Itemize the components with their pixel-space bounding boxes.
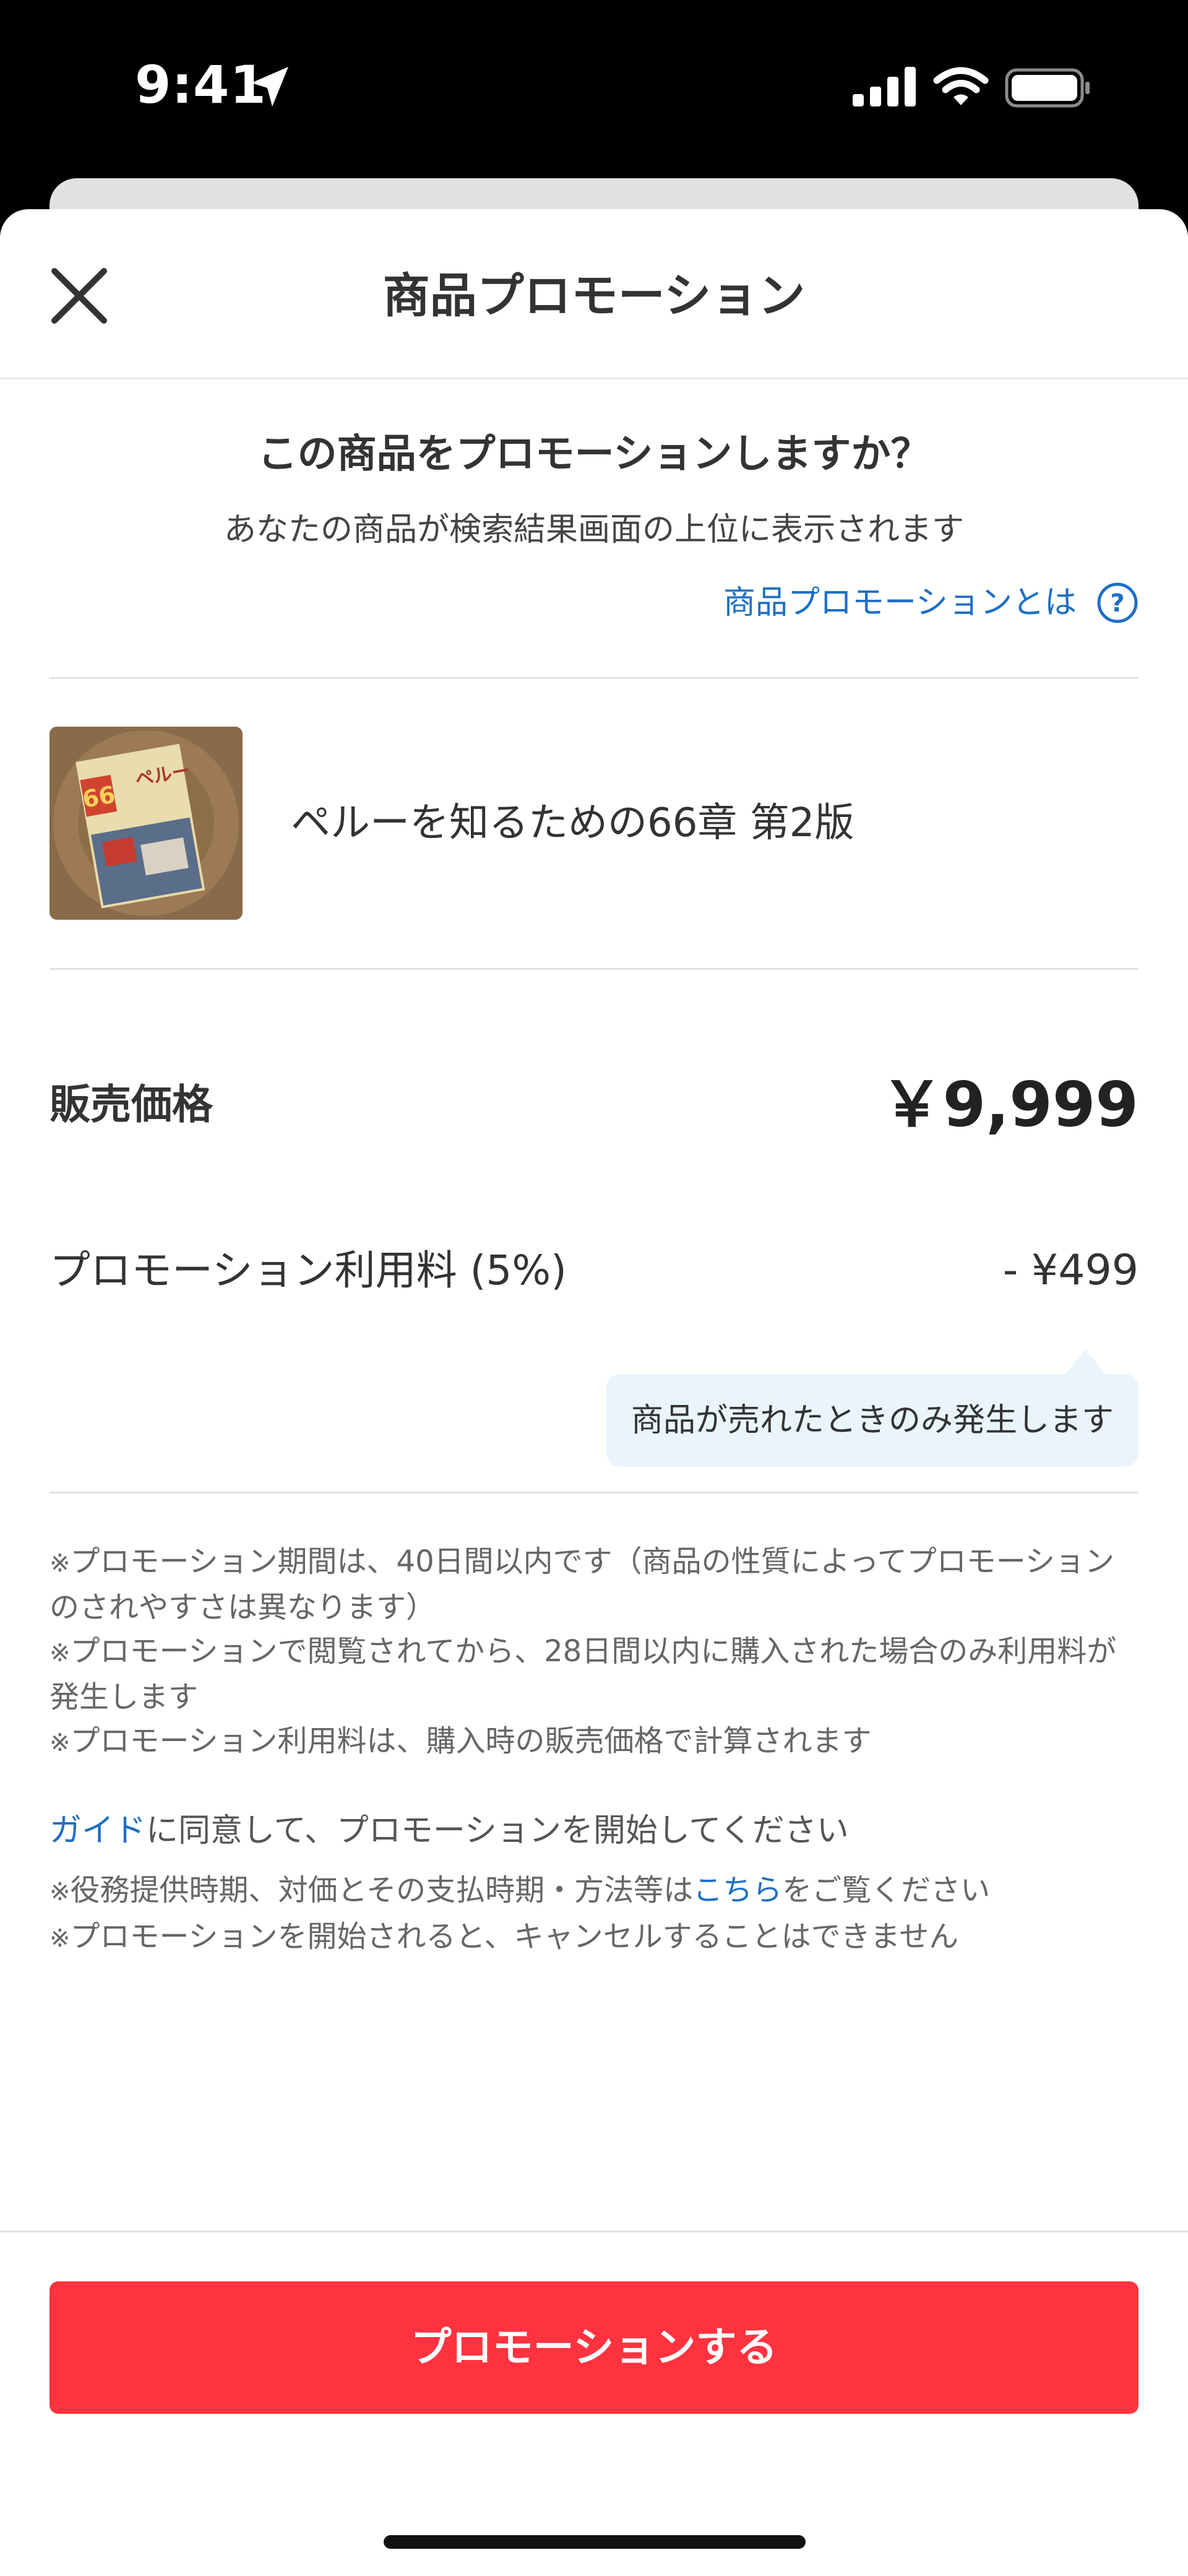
item-thumbnail: 66 ペルー bbox=[50, 727, 243, 920]
price-value: ￥9,999 bbox=[880, 1068, 1138, 1141]
svg-text:66: 66 bbox=[80, 780, 118, 813]
close-button[interactable] bbox=[50, 266, 109, 326]
promotion-question: この商品をプロモーションしますか？ bbox=[257, 431, 931, 477]
about-promotion-link[interactable]: 商品プロモーションとは ? bbox=[723, 581, 1138, 625]
fee-label: プロモーション利用料 (5%) bbox=[50, 1247, 567, 1294]
close-icon bbox=[51, 268, 107, 324]
section-divider bbox=[50, 1492, 1138, 1493]
guide-link[interactable]: ガイド bbox=[50, 1812, 146, 1849]
footer-divider bbox=[0, 2231, 1188, 2232]
note-item: ※プロモーション期間は、40日間以内です（商品の性質によってプロモーションのされ… bbox=[50, 1544, 1114, 1625]
header-divider bbox=[0, 378, 1188, 379]
cellular-signal-icon bbox=[853, 67, 917, 109]
item-name: ペルーを知るための66章 第2版 bbox=[291, 800, 854, 846]
terms-link[interactable]: こちら bbox=[693, 1873, 782, 1908]
promotion-subtitle: あなたの商品が検索結果画面の上位に表示されます bbox=[223, 511, 964, 548]
note-item: ※プロモーション利用料は、購入時の販売価格で計算されます bbox=[50, 1724, 872, 1758]
promotion-notes: ※プロモーション期間は、40日間以内です（商品の性質によってプロモーションのされ… bbox=[50, 1540, 1138, 1765]
location-arrow-icon bbox=[249, 64, 291, 111]
help-icon: ? bbox=[1097, 582, 1138, 623]
status-time: 9:41 bbox=[135, 54, 267, 115]
fee-value: - ¥499 bbox=[1002, 1246, 1138, 1295]
about-promotion-label: 商品プロモーションとは bbox=[723, 584, 1077, 621]
home-indicator bbox=[384, 2535, 806, 2549]
agreement-text: ガイドに同意して、プロモーションを開始してください bbox=[50, 1812, 849, 1849]
status-bar: 9:41 bbox=[0, 0, 1188, 173]
terms-notes: ※役務提供時期、対価とその支払時期・方法等はこちらをご覧ください ※プロモーショ… bbox=[50, 1868, 1138, 1961]
section-divider bbox=[50, 677, 1138, 679]
start-promotion-button[interactable]: プロモーションする bbox=[50, 2281, 1138, 2414]
term-item: ※役務提供時期、対価とその支払時期・方法等はこちらをご覧ください bbox=[50, 1873, 991, 1908]
price-label: 販売価格 bbox=[50, 1081, 213, 1128]
battery-icon bbox=[1005, 68, 1091, 110]
fee-tooltip: 商品が売れたときのみ発生します bbox=[606, 1374, 1138, 1467]
term-item: ※プロモーションを開始されると、キャンセルすることはできません bbox=[50, 1919, 959, 1954]
section-divider bbox=[50, 968, 1138, 970]
note-item: ※プロモーションで閲覧されてから、28日間以内に購入された場合のみ利用料が発生し… bbox=[50, 1634, 1117, 1714]
tooltip-arrow bbox=[1064, 1349, 1106, 1375]
svg-text:?: ? bbox=[1110, 589, 1124, 618]
wifi-icon bbox=[933, 66, 989, 110]
